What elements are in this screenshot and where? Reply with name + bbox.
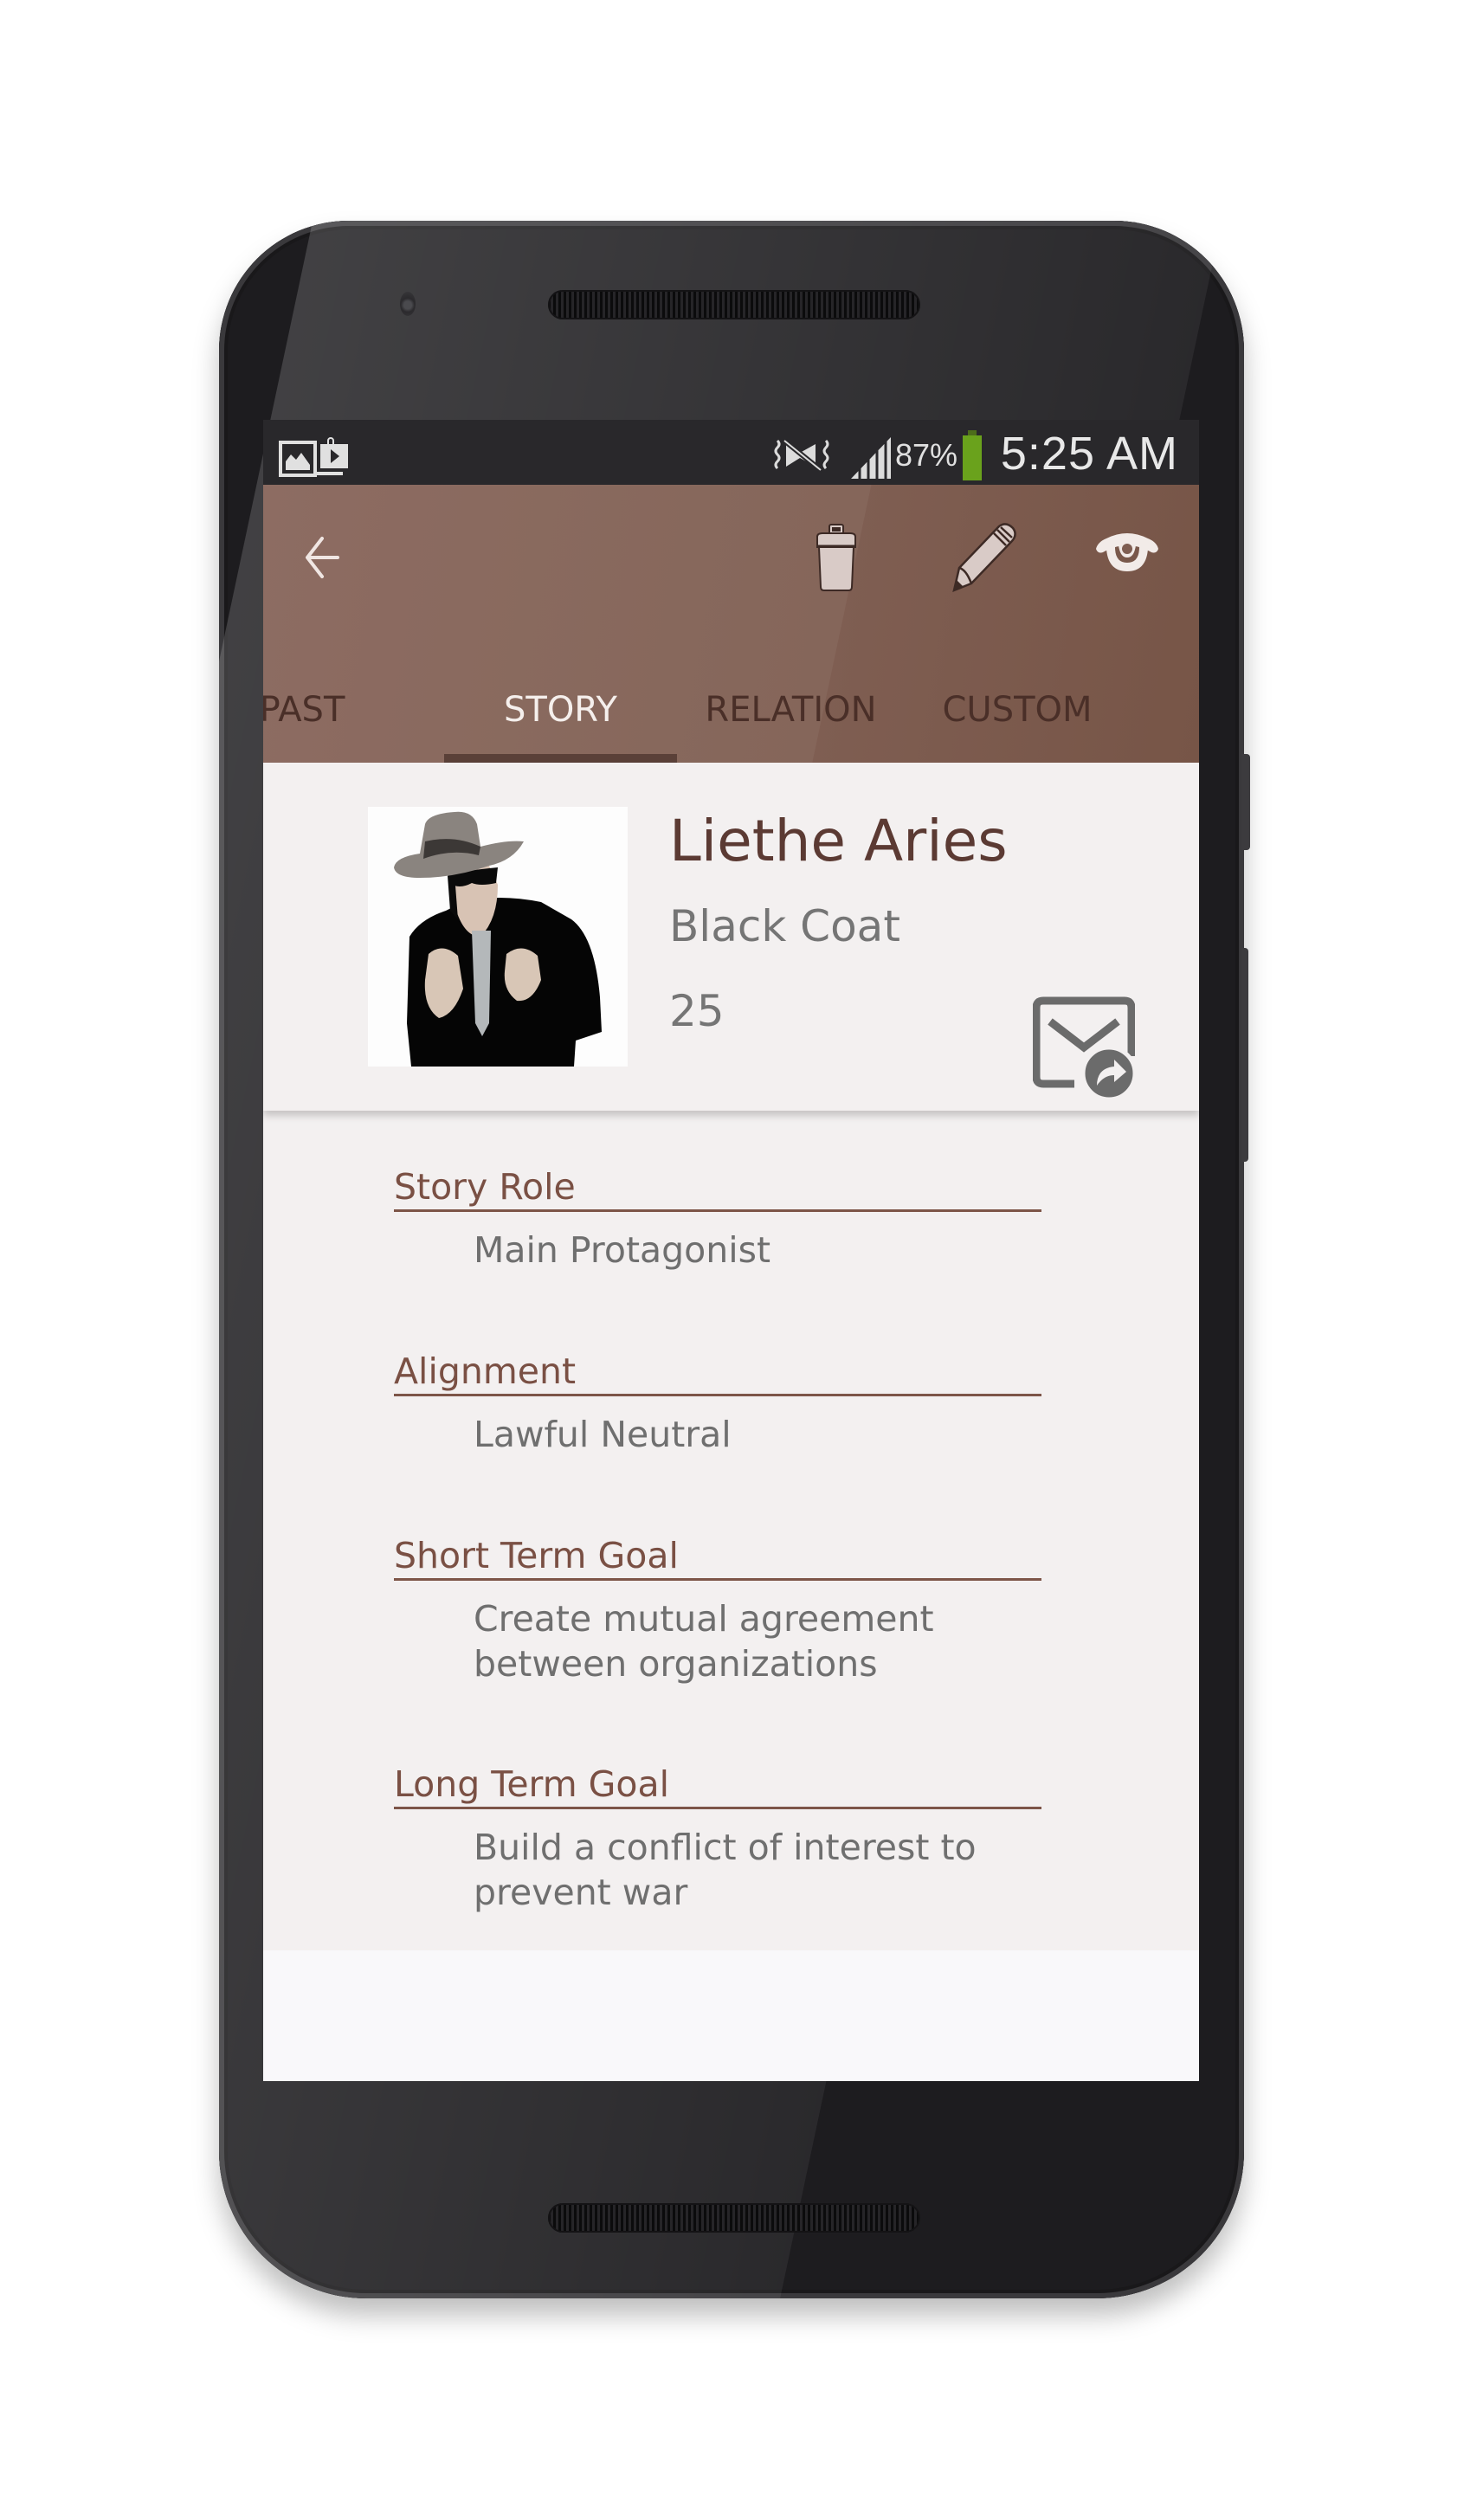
profile-card: Liethe Aries Black Coat 25 — [263, 763, 1199, 1111]
earpiece-speaker — [548, 290, 920, 319]
battery-icon — [963, 430, 982, 480]
field-long-term-goal: Long Term Goal Build a conflict of inter… — [394, 1762, 1052, 1915]
story-details: Story Role Main Protagonist Alignment La… — [263, 1111, 1199, 1950]
email-forward-icon[interactable] — [1033, 996, 1135, 1098]
field-label: Alignment — [394, 1349, 1041, 1396]
phone-screen: 87% 5:25 AM PAST STORY RELATION CUSTOM L… — [263, 420, 1199, 2081]
character-avatar[interactable] — [368, 807, 628, 1067]
active-tab-indicator — [444, 754, 677, 763]
field-short-term-goal: Short Term Goal Create mutual agreement … — [394, 1533, 1052, 1686]
status-bar: 87% 5:25 AM — [263, 420, 1199, 485]
field-alignment: Alignment Lawful Neutral — [394, 1349, 1052, 1457]
field-story-role: Story Role Main Protagonist — [394, 1164, 1052, 1273]
field-value[interactable]: Main Protagonist — [474, 1228, 1132, 1273]
eye-icon[interactable] — [1094, 530, 1160, 575]
field-label: Long Term Goal — [394, 1762, 1041, 1809]
character-age: 25 — [669, 986, 725, 1036]
app-bar: PAST STORY RELATION CUSTOM — [263, 485, 1199, 763]
volume-button — [1241, 948, 1248, 1162]
battery-percent: 87% — [895, 437, 958, 473]
vibrate-mute-icon — [774, 438, 829, 473]
character-name: Liethe Aries — [669, 808, 1008, 874]
front-camera — [400, 292, 416, 316]
field-value[interactable]: Lawful Neutral — [474, 1412, 1132, 1457]
tab-past[interactable]: PAST — [263, 667, 350, 763]
field-value[interactable]: Create mutual agreement between organiza… — [474, 1596, 1080, 1686]
tab-relation[interactable]: RELATION — [677, 667, 905, 763]
field-label: Story Role — [394, 1164, 1041, 1212]
trash-icon[interactable] — [810, 523, 862, 592]
bottom-speaker — [548, 2203, 920, 2233]
character-alias: Black Coat — [669, 901, 900, 951]
power-button — [1241, 754, 1250, 850]
signal-icon — [851, 437, 891, 479]
tab-bar: PAST STORY RELATION CUSTOM — [263, 667, 1199, 763]
field-value[interactable]: Build a conflict of interest to prevent … — [474, 1825, 1106, 1915]
clock: 5:25 AM — [1000, 428, 1178, 480]
play-store-icon — [313, 437, 348, 475]
back-arrow-icon[interactable] — [305, 535, 339, 580]
pencil-icon[interactable] — [945, 521, 1018, 594]
field-label: Short Term Goal — [394, 1533, 1041, 1581]
tab-custom[interactable]: CUSTOM — [905, 667, 1130, 763]
tab-story[interactable]: STORY — [444, 667, 677, 763]
